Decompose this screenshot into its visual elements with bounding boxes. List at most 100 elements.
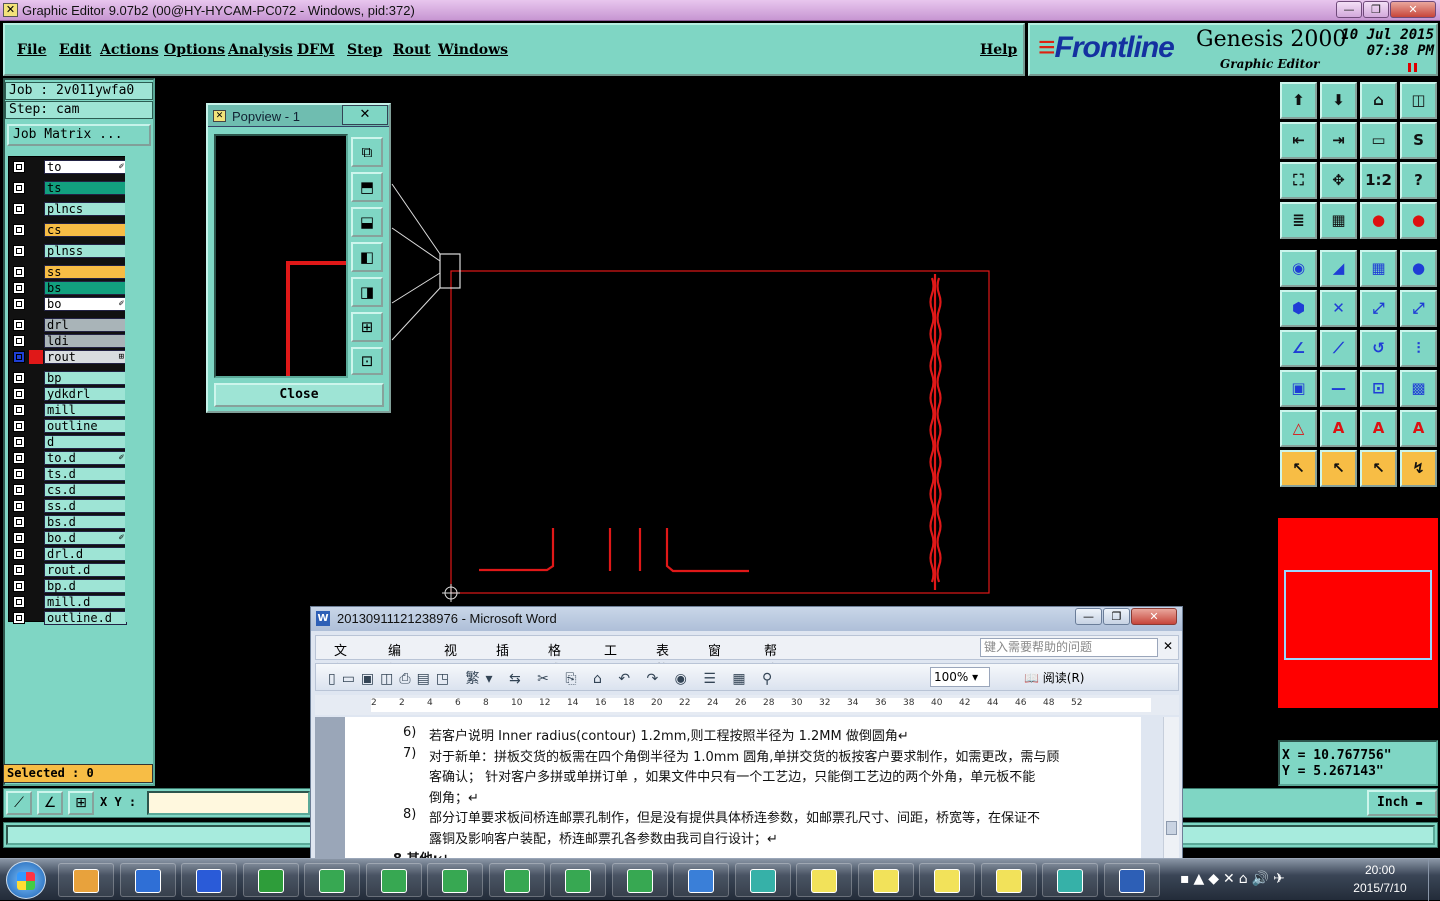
maximize-button[interactable]: ❐ xyxy=(1363,1,1389,18)
layer-visibility-checkbox[interactable] xyxy=(13,245,25,257)
layer-row-plncs[interactable]: plncs xyxy=(11,202,127,216)
layer-name[interactable]: bp xyxy=(44,371,127,385)
help-icon[interactable]: ? xyxy=(1400,162,1437,199)
layer-name[interactable]: ts xyxy=(44,181,127,195)
layer-visibility-checkbox[interactable] xyxy=(13,182,25,194)
taskbar-button[interactable] xyxy=(181,863,237,897)
taskbar-button[interactable] xyxy=(365,863,422,897)
menu-step[interactable]: Step xyxy=(347,42,382,58)
layer-name[interactable]: bo ✐ xyxy=(44,297,127,311)
layer-visibility-checkbox[interactable] xyxy=(13,298,25,310)
window-icon[interactable]: ◫ xyxy=(1400,82,1437,119)
text-icon[interactable]: △ xyxy=(1280,410,1317,447)
net-icon[interactable]: ● xyxy=(1360,202,1397,239)
delete-icon[interactable]: ✕ xyxy=(1320,290,1357,327)
zoom-home-icon[interactable]: ⛶ xyxy=(1280,162,1317,199)
popview-close-button[interactable]: Close xyxy=(214,383,384,407)
taskbar-button[interactable] xyxy=(734,863,791,897)
step-repeat-icon[interactable]: S xyxy=(1400,122,1437,159)
layer-name[interactable]: to.d ✐ xyxy=(44,451,127,465)
xy-input[interactable] xyxy=(147,791,310,815)
popview-zoom-in-icon[interactable]: ⊞ xyxy=(351,312,383,342)
word-scrollbar[interactable] xyxy=(1163,717,1179,867)
layer-name[interactable]: ydkdrl xyxy=(44,387,127,401)
layer-row-mill[interactable]: mill xyxy=(11,403,127,417)
tray-icons[interactable]: ▪▲◆✕⌂🔊✈ xyxy=(1180,871,1289,887)
layer-visibility-checkbox[interactable] xyxy=(13,548,25,560)
angle-icon[interactable]: ∠ xyxy=(37,791,63,815)
copy-icon[interactable]: ⤢ xyxy=(1400,290,1437,327)
dot-icon[interactable]: ● xyxy=(1400,250,1437,287)
layer-name[interactable]: cs xyxy=(44,223,127,237)
layer-row-rout[interactable]: rout ⊞ xyxy=(11,350,127,364)
layer-visibility-checkbox[interactable] xyxy=(13,319,25,331)
ruler-icon[interactable]: ▦ xyxy=(1360,250,1397,287)
taskbar-button[interactable] xyxy=(796,863,852,897)
line-tool-icon[interactable]: — xyxy=(1320,370,1357,407)
connect-icon[interactable]: ⬢ xyxy=(1280,290,1317,327)
select-icon[interactable]: ↖ xyxy=(1280,450,1317,487)
word-help-input[interactable]: 键入需要帮助的问题 xyxy=(980,638,1158,657)
line-icon[interactable]: ◢ xyxy=(1320,250,1357,287)
layer-visibility-checkbox[interactable] xyxy=(13,372,25,384)
layer-row-outline-d[interactable]: outline.d xyxy=(11,611,127,625)
layer-row-ts-d[interactable]: ts.d xyxy=(11,467,127,481)
layer-row-ldi[interactable]: ldi xyxy=(11,334,127,348)
measure-icon[interactable]: ≣ xyxy=(1280,202,1317,239)
layer-name[interactable]: ss.d xyxy=(44,499,127,513)
menu-options[interactable]: Options xyxy=(164,42,225,58)
layer-name[interactable]: drl xyxy=(44,318,127,332)
menu-windows[interactable]: Windows xyxy=(438,42,508,58)
taskbar-button[interactable] xyxy=(550,863,606,897)
layer-row-to-d[interactable]: to.d ✐ xyxy=(11,451,127,465)
word-minimize-button[interactable]: — xyxy=(1075,608,1102,625)
layer-visibility-checkbox[interactable] xyxy=(13,388,25,400)
layer-name[interactable]: bs.d xyxy=(44,515,127,529)
layer-row-ydkdrl[interactable]: ydkdrl xyxy=(11,387,127,401)
job-matrix-button[interactable]: Job Matrix ... xyxy=(7,124,151,146)
layer-row-bs[interactable]: bs xyxy=(11,281,127,295)
taskbar-button[interactable] xyxy=(488,863,545,897)
word-help-close-icon[interactable]: ✕ xyxy=(1160,639,1176,656)
word-scroll-thumb[interactable] xyxy=(1166,821,1177,835)
layer-row-drl[interactable]: drl xyxy=(11,318,127,332)
select-box-icon[interactable]: ↖ xyxy=(1320,450,1357,487)
layer-visibility-checkbox[interactable] xyxy=(13,335,25,347)
layer-row-mill-d[interactable]: mill.d xyxy=(11,595,127,609)
taskbar-button[interactable] xyxy=(673,863,729,897)
layer-row-ss-d[interactable]: ss.d xyxy=(11,499,127,513)
menu-analysis[interactable]: Analysis xyxy=(228,42,293,58)
popview-zoom-out-icon[interactable]: ⊡ xyxy=(351,347,383,375)
layer-visibility-checkbox[interactable] xyxy=(13,436,25,448)
group-icon[interactable]: ▩ xyxy=(1400,370,1437,407)
layer-visibility-checkbox[interactable] xyxy=(13,266,25,278)
word-zoom-select[interactable]: 100% ▾ xyxy=(930,667,990,687)
layer-visibility-checkbox[interactable] xyxy=(13,468,25,480)
word-toolbar-icons[interactable]: ▯▭▣◫⎙▤◳ 繁▾ ⇆ ✂ ⎘ ⌂ ↶ ↷ ◉ ☰ ▦ ⚲ xyxy=(328,668,778,688)
layer-row-cs[interactable]: cs xyxy=(11,223,127,237)
layer-visibility-checkbox[interactable] xyxy=(13,224,25,236)
layer-name[interactable]: ss xyxy=(44,265,127,279)
grid-icon[interactable]: ⊞ xyxy=(68,791,94,815)
slope-icon[interactable]: ⟋ xyxy=(1320,330,1357,367)
overview-map[interactable] xyxy=(1278,518,1438,708)
layer-name[interactable]: bo.d ✐ xyxy=(44,531,127,545)
pan-right-icon[interactable]: ⇥ xyxy=(1320,122,1357,159)
layer-name[interactable]: mill xyxy=(44,403,127,417)
layer-visibility-checkbox[interactable] xyxy=(13,452,25,464)
show-desktop-button[interactable] xyxy=(1428,859,1440,901)
scale-icon[interactable]: 1:2 xyxy=(1360,162,1397,199)
close-button[interactable]: ✕ xyxy=(1390,1,1436,18)
layer-name[interactable]: outline xyxy=(44,419,127,433)
select-net-icon[interactable]: ↯ xyxy=(1400,450,1437,487)
menu-file[interactable]: File xyxy=(17,42,46,58)
layer-name[interactable]: ldi xyxy=(44,334,127,348)
snap-icon[interactable]: ▣ xyxy=(1280,370,1317,407)
layer-visibility-checkbox[interactable] xyxy=(13,404,25,416)
layer-row-rout-d[interactable]: rout.d xyxy=(11,563,127,577)
pan-left-icon[interactable]: ⇤ xyxy=(1280,122,1317,159)
layer-visibility-checkbox[interactable] xyxy=(13,420,25,432)
layer-name[interactable]: mill.d xyxy=(44,595,127,609)
taskbar-button[interactable] xyxy=(119,863,176,897)
text-bold-icon[interactable]: A xyxy=(1360,410,1397,447)
